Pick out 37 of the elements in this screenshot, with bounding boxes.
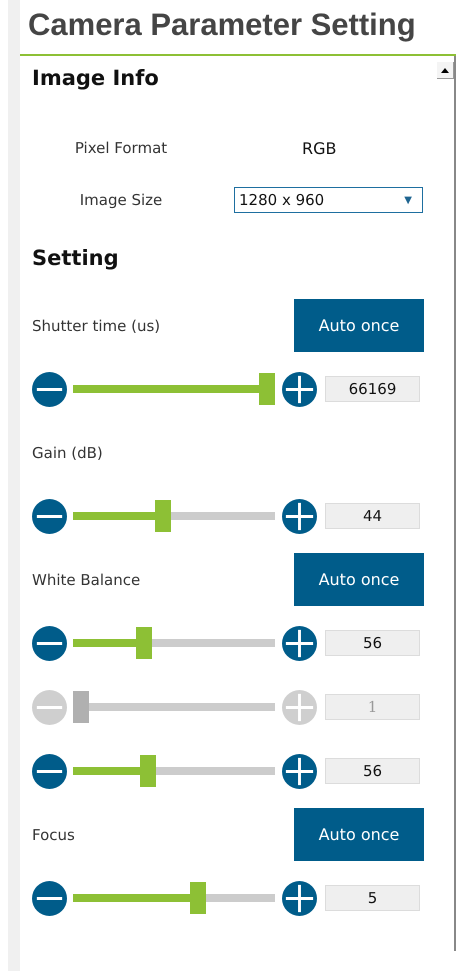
slider-thumb[interactable] [140, 755, 156, 787]
slider-thumb[interactable] [259, 373, 275, 405]
up-arrow-icon [441, 68, 449, 72]
parameter-label: Gain (dB) [32, 444, 103, 462]
auto-once-button[interactable]: Auto once [294, 299, 424, 352]
minus-icon[interactable] [32, 880, 67, 916]
slider-thumb[interactable] [136, 627, 152, 659]
value-field[interactable]: 56 [325, 630, 420, 656]
minus-icon[interactable] [32, 372, 67, 406]
scrollbar[interactable] [438, 56, 456, 951]
plus-icon[interactable] [282, 372, 317, 406]
plus-icon[interactable] [282, 626, 317, 660]
minus-icon[interactable] [32, 626, 67, 660]
parameter-label: White Balance [32, 570, 140, 588]
auto-once-button[interactable]: Auto once [294, 808, 424, 861]
section-heading: Setting [32, 245, 120, 272]
image-size-dropdown[interactable]: 1280 x 960 ▼ [234, 187, 423, 213]
value-field[interactable]: 44 [325, 503, 420, 529]
value-field[interactable]: 56 [325, 758, 420, 784]
auto-once-button[interactable]: Auto once [294, 553, 424, 606]
slider-thumb[interactable] [190, 882, 206, 914]
section-heading: Image Info [32, 65, 160, 92]
scroll-up-button[interactable] [437, 62, 454, 79]
parameter-label: Focus [32, 826, 75, 844]
field-value: RGB [301, 138, 336, 158]
value-field[interactable]: 66169 [325, 376, 420, 402]
value-field[interactable]: 5 [325, 885, 420, 911]
minus-icon[interactable] [32, 754, 67, 788]
parameter-label: Shutter time (us) [32, 316, 160, 334]
slider-thumb[interactable] [154, 500, 171, 532]
plus-icon[interactable] [282, 754, 317, 788]
panel-title: Camera Parameter Setting [20, 0, 456, 56]
plus-icon[interactable] [282, 880, 317, 916]
field-label: Image Size [78, 191, 164, 209]
plus-icon[interactable] [282, 498, 317, 534]
minus-icon[interactable] [32, 498, 67, 534]
field-label: Pixel Format [74, 139, 168, 157]
